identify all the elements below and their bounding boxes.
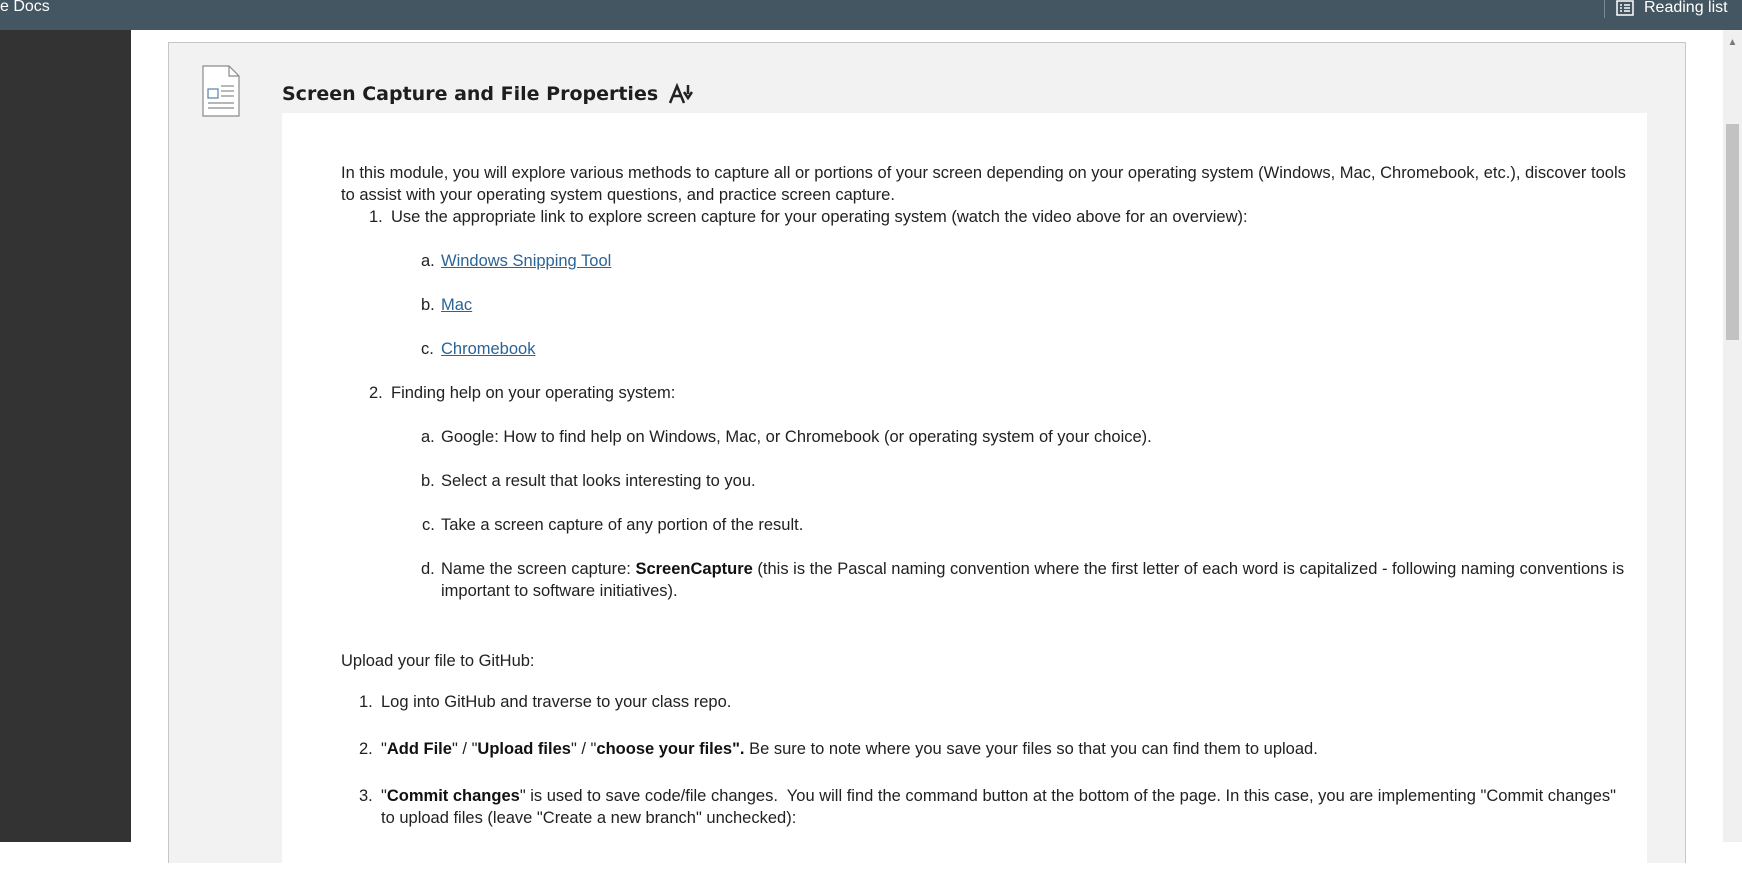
vertical-scrollbar[interactable]: ▲ bbox=[1723, 30, 1742, 842]
step2-text: Finding help on your operating system: bbox=[391, 384, 676, 402]
link-marker: c. bbox=[421, 340, 434, 358]
reading-list-icon bbox=[1616, 0, 1634, 16]
link-marker: a. bbox=[421, 252, 435, 270]
upload-heading: Upload your file to GitHub: bbox=[341, 652, 535, 670]
list-item: Name the screen capture: ScreenCapture (… bbox=[441, 558, 1624, 580]
list-item: Select a result that looks interesting t… bbox=[441, 472, 756, 490]
document-icon bbox=[202, 65, 240, 117]
intro-paragraph: In this module, you will explore various… bbox=[341, 164, 1626, 204]
module-title-text: Screen Capture and File Properties bbox=[282, 83, 659, 105]
content-area: Screen Capture and File Properties In th… bbox=[131, 30, 1723, 873]
naming-rest: (this is the Pascal naming convention wh… bbox=[752, 560, 1625, 578]
list-marker: c. bbox=[422, 516, 435, 534]
separator: " / " bbox=[570, 740, 597, 758]
scrollbar-thumb[interactable] bbox=[1726, 124, 1739, 340]
choose-files-bold: choose your files". bbox=[596, 740, 745, 758]
scroll-up-arrow-icon[interactable]: ▲ bbox=[1723, 35, 1742, 49]
upload-step-rest: Be sure to note where you save your file… bbox=[744, 740, 1318, 758]
list-item-continuation: important to software initiatives). bbox=[441, 582, 678, 600]
upload-step-number: 2. bbox=[359, 740, 373, 758]
upload-step-continuation: to upload files (leave "Create a new bra… bbox=[381, 809, 797, 827]
mac-link[interactable]: Mac bbox=[441, 294, 472, 316]
reading-list-label: Reading list bbox=[1644, 0, 1728, 16]
upload-step-text: "Commit changes" is used to save code/fi… bbox=[381, 785, 1616, 807]
left-navigation-panel bbox=[0, 30, 131, 842]
translate-icon[interactable] bbox=[668, 83, 698, 105]
list-marker: b. bbox=[421, 472, 435, 490]
module-title: Screen Capture and File Properties bbox=[282, 83, 698, 105]
bookmark-item[interactable]: e Docs bbox=[0, 0, 50, 15]
upload-step-text: "Add File" / "Upload files" / "choose yo… bbox=[381, 738, 1318, 760]
list-marker: d. bbox=[421, 560, 435, 578]
step1-number: 1. bbox=[369, 208, 383, 226]
module-body: In this module, you will explore various… bbox=[282, 113, 1647, 873]
link-marker: b. bbox=[421, 296, 435, 314]
list-item: Take a screen capture of any portion of … bbox=[441, 516, 804, 534]
bookmarks-divider bbox=[1604, 0, 1605, 18]
upload-step-number: 1. bbox=[359, 693, 373, 711]
naming-prefix: Name the screen capture: bbox=[441, 560, 636, 578]
module-card: Screen Capture and File Properties In th… bbox=[168, 42, 1686, 873]
bookmarks-bar: e Docs Reading list bbox=[0, 0, 1742, 30]
commit-changes-bold: Commit changes bbox=[386, 787, 520, 805]
step1-text: Use the appropriate link to explore scre… bbox=[391, 208, 1248, 226]
upload-files-bold: Upload files bbox=[477, 740, 571, 758]
upload-step-rest: " is used to save code/file changes. You… bbox=[519, 787, 1617, 805]
separator: " / " bbox=[451, 740, 478, 758]
add-file-bold: Add File bbox=[386, 740, 452, 758]
list-item: Google: How to find help on Windows, Mac… bbox=[441, 428, 1152, 446]
windows-snipping-tool-link[interactable]: Windows Snipping Tool bbox=[441, 250, 611, 272]
reading-list-button[interactable]: Reading list bbox=[1616, 0, 1728, 16]
step2-number: 2. bbox=[369, 384, 383, 402]
upload-step-text: Log into GitHub and traverse to your cla… bbox=[381, 693, 732, 711]
naming-bold: ScreenCapture bbox=[635, 560, 753, 578]
list-marker: a. bbox=[421, 428, 435, 446]
chromebook-link[interactable]: Chromebook bbox=[441, 338, 535, 360]
upload-step-number: 3. bbox=[359, 787, 373, 805]
